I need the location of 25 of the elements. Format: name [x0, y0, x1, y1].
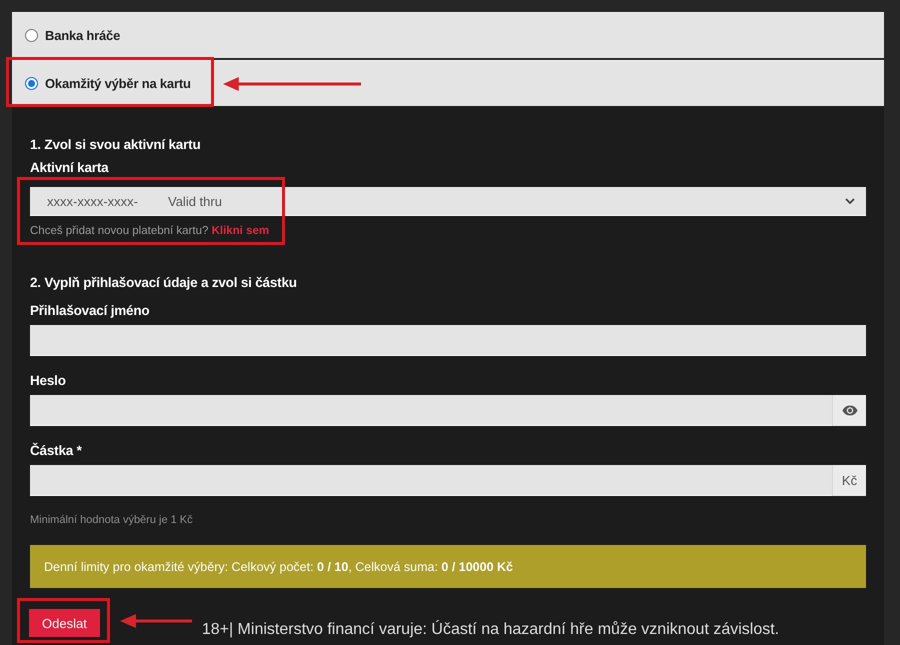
section-heading: 2. Vyplň přihlašovací údaje a zvol si částku	[30, 274, 298, 292]
radio-button[interactable]	[25, 76, 38, 90]
add-card-link[interactable]: Klikni sem	[212, 225, 270, 237]
radio-button[interactable]	[25, 28, 38, 42]
eye-icon	[842, 405, 858, 416]
option-label: Okamžitý výběr na kartu	[45, 76, 191, 90]
limits-banner: Denní limity pro okamžité výběry: Celkový počet: 0 / 10, Celková suma: 0 / 10000 Kč	[30, 545, 866, 588]
field-label: Heslo	[30, 373, 67, 389]
section-heading: 1. Zvol si svou aktivní kartu	[30, 136, 202, 154]
help-text: Chceš přidat novou platební kartu? Klikni sem	[30, 224, 270, 239]
currency-addon: Kč	[832, 465, 866, 496]
chevron-down-icon	[845, 198, 855, 204]
username-field[interactable]	[30, 325, 866, 356]
option-label: Banka hráče	[45, 28, 120, 42]
field-label: Aktivní karta	[30, 160, 110, 176]
gambling-warning: 18+| Ministerstvo financí varuje: Účastí na hazardní hře může vzniknout závislost.	[202, 621, 780, 639]
password-field[interactable]	[30, 395, 832, 426]
submit-button[interactable]: Odeslat	[29, 609, 100, 637]
show-password-button[interactable]	[832, 395, 866, 426]
field-label: Částka *	[30, 443, 83, 459]
help-text: Minimální hodnota výběru je 1 Kč	[30, 513, 194, 527]
amount-field[interactable]	[30, 465, 832, 496]
field-label: Přihlašovací jméno	[30, 303, 150, 319]
card-select[interactable]: xxxx-xxxx-xxxx- Valid thru	[30, 187, 866, 216]
payment-option[interactable]: Banka hráče	[12, 12, 884, 58]
